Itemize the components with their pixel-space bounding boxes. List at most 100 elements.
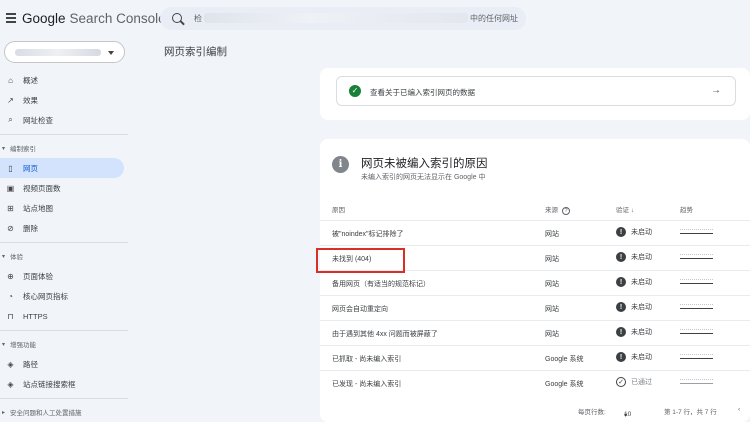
row-validation: ! 未启动 [616, 352, 652, 362]
redacted-property-name [15, 49, 101, 56]
trend-sparkline [680, 258, 713, 259]
row-reason: 备用网页（有适当的规范标记） [332, 281, 430, 288]
sidebar-item-core-web-vitals[interactable]: ◔ 核心网页指标 [0, 286, 130, 306]
sidebar-divider [0, 330, 128, 331]
sidebar-item-sitemaps[interactable]: ⊞ 站点地图 [0, 198, 130, 218]
removal-icon: ⊘ [7, 223, 14, 233]
sidebar-section-enhancements[interactable]: ▾ 增强功能 [0, 334, 130, 354]
pages-icon: ▯ [8, 163, 13, 173]
arrow-right-icon: → [711, 85, 721, 96]
indexed-pages-card: ✓ 查看关于已编入索引网页的数据 → [320, 68, 750, 120]
column-header-source-label: 来源 [545, 207, 558, 214]
page-title: 网页索引编制 [164, 46, 227, 58]
sidebar-item-url-inspection[interactable]: ⌕ 网址检查 [0, 110, 130, 130]
chevron-down-icon: ▾ [2, 145, 6, 152]
pagination-range: 第 1-7 行，共 7 行 [664, 409, 717, 416]
sidebar-item-label: HTTPS [23, 311, 48, 321]
row-source: 网站 [545, 331, 559, 338]
app-logo[interactable]: Google Search Console [22, 11, 166, 26]
card-subtitle: 未编入索引的网页无法显示在 Google 中 [361, 174, 486, 181]
info-icon: i [332, 156, 349, 173]
sidebar-item-label: 网页 [23, 163, 38, 173]
trend-gridline [680, 354, 713, 357]
sidebar-item-removals[interactable]: ⊘ 删除 [0, 218, 130, 238]
search-icon: ⌕ [8, 115, 13, 124]
table-row[interactable]: 网页会自动重定向 网站 ! 未启动 [320, 295, 750, 320]
sidebar-item-label: 核心网页指标 [23, 291, 68, 301]
row-reason: 已发现 - 尚未编入索引 [332, 381, 402, 388]
trend-sparkline [680, 283, 713, 284]
property-selector[interactable] [4, 41, 125, 63]
trend-gridline [680, 379, 713, 382]
trend-sparkline [680, 383, 713, 384]
row-source: Google 系统 [545, 356, 584, 363]
sidebar-item-label: 概述 [23, 75, 38, 85]
column-header-source[interactable]: 来源? [545, 204, 570, 215]
chevron-down-icon [108, 51, 114, 55]
chevron-right-icon: ▸ [2, 409, 6, 416]
sidebar-item-label: 视频页面数 [23, 183, 61, 193]
row-validation: ! 未启动 [616, 302, 652, 312]
trend-gridline [680, 254, 713, 257]
redacted-property-url [204, 13, 468, 23]
sidebar-item-overview[interactable]: ⌂ 概述 [0, 70, 130, 90]
chevron-down-icon: ▾ [2, 253, 6, 260]
table-row[interactable]: 已抓取 - 尚未编入索引 Google 系统 ! 未启动 [320, 345, 750, 370]
sidebar-item-https[interactable]: ⊓ HTTPS [0, 306, 130, 326]
sidebar-item-label: 站点地图 [23, 203, 53, 213]
row-validation-text: 未启动 [631, 254, 652, 261]
sidebar-section-indexing[interactable]: ▾ 编制索引 [0, 138, 130, 158]
chevron-down-icon: ▾ [624, 412, 628, 419]
row-validation-text: 未启动 [631, 354, 652, 361]
sidebar-item-video-pages[interactable]: ▣ 视频页面数 [0, 178, 130, 198]
search-placeholder-suffix: 中的任何网址 [470, 14, 518, 23]
search-input[interactable]: 检 中的任何网址 [160, 7, 526, 30]
sidebar-item-sitelinks-searchbox[interactable]: ◈ 站点链接搜索框 [0, 374, 130, 394]
trend-gridline [680, 279, 713, 282]
column-header-validation[interactable]: 验证 ↓ [616, 204, 634, 214]
video-icon: ▣ [6, 183, 15, 193]
sidebar-item-page-experience[interactable]: ⊕ 页面体验 [0, 266, 130, 286]
sidebar-item-pages[interactable]: ▯ 网页 [0, 158, 124, 178]
table-row[interactable]: 被"noindex"标记排除了 网站 ! 未启动 [320, 220, 750, 245]
not-indexed-reasons-card: i 网页未被编入索引的原因 未编入索引的网页无法显示在 Google 中 原因 … [320, 139, 750, 422]
table-pagination: 每页行数: 10 ▾ 第 1-7 行，共 7 行 ‹ [320, 401, 750, 421]
sidebar-section-title: 体验 [10, 254, 24, 261]
sidebar-item-label: 页面体验 [23, 271, 53, 281]
trend-gridline [680, 229, 713, 232]
lock-icon: ⊓ [7, 311, 14, 321]
table-row[interactable]: 由于遇到其他 4xx 问题而被屏蔽了 网站 ! 未启动 [320, 320, 750, 345]
sidebar-item-label: 站点链接搜索框 [23, 379, 76, 389]
table-row[interactable]: 已发现 - 尚未编入索引 Google 系统 ✓ 已通过 [320, 370, 750, 395]
warning-icon: ! [616, 352, 626, 362]
sidebar-nav: ⌂ 概述 ↗ 效果 ⌕ 网址检查 ▾ 编制索引 ▯ 网页 ▣ 视频页面数 ⊞ 站… [0, 70, 130, 422]
help-icon[interactable]: ? [562, 207, 570, 215]
chevron-down-icon: ▾ [2, 341, 6, 348]
menu-icon[interactable] [6, 13, 16, 23]
chevron-left-icon[interactable]: ‹ [738, 406, 740, 413]
highlight-box-404-row [316, 248, 405, 273]
sidebar-item-performance[interactable]: ↗ 效果 [0, 90, 130, 110]
warning-icon: ! [616, 277, 626, 287]
sidebar-section-security[interactable]: ▸ 安全问题和人工处置措施 [0, 402, 130, 422]
table-header: 原因 来源? 验证 ↓ 趋势 [320, 201, 750, 216]
row-source: 网站 [545, 256, 559, 263]
sidebar-item-label: 删除 [23, 223, 38, 233]
layers-icon: ◈ [7, 379, 14, 389]
column-header-trend: 趋势 [680, 207, 693, 214]
row-source: 网站 [545, 306, 559, 313]
trend-sparkline [680, 308, 713, 309]
table-row[interactable]: 备用网页（有适当的规范标记） 网站 ! 未启动 [320, 270, 750, 295]
indexed-pages-link-text: 查看关于已编入索引网页的数据 [370, 88, 475, 97]
sidebar-item-breadcrumbs[interactable]: ◈ 路径 [0, 354, 130, 374]
trend-sparkline [680, 358, 713, 359]
sidebar-section-title: 安全问题和人工处置措施 [10, 410, 82, 417]
sidebar-item-label: 效果 [23, 95, 38, 105]
warning-icon: ! [616, 227, 626, 237]
row-reason: 被"noindex"标记排除了 [332, 231, 404, 238]
indexed-pages-link[interactable]: ✓ 查看关于已编入索引网页的数据 → [336, 76, 736, 106]
column-header-reason[interactable]: 原因 [332, 204, 345, 214]
rows-per-page-label: 每页行数: [578, 409, 606, 416]
sidebar-section-experience[interactable]: ▾ 体验 [0, 246, 130, 266]
row-source: Google 系统 [545, 381, 584, 388]
